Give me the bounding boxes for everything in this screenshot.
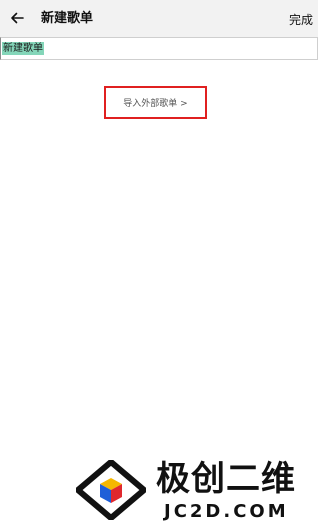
top-bar: 新建歌单 完成 <box>0 0 318 38</box>
import-external-playlist-link[interactable]: 导入外部歌单 > <box>104 86 207 119</box>
back-button[interactable] <box>4 5 30 31</box>
arrow-left-icon <box>11 12 24 24</box>
watermark: 极创二维 JC2D.COM <box>68 450 318 523</box>
done-button[interactable]: 完成 <box>289 12 313 28</box>
playlist-name-value: 新建歌单 <box>2 42 44 55</box>
watermark-brand-en: JC2D.COM <box>164 501 289 522</box>
playlist-name-input[interactable]: 新建歌单 <box>0 37 318 60</box>
new-playlist-screen: 新建歌单 完成 新建歌单 导入外部歌单 > 极创二维 JC2D.COM <box>0 0 318 523</box>
brand-logo <box>76 460 146 520</box>
watermark-brand-cn: 极创二维 <box>156 459 296 499</box>
page-title: 新建歌单 <box>41 11 94 26</box>
